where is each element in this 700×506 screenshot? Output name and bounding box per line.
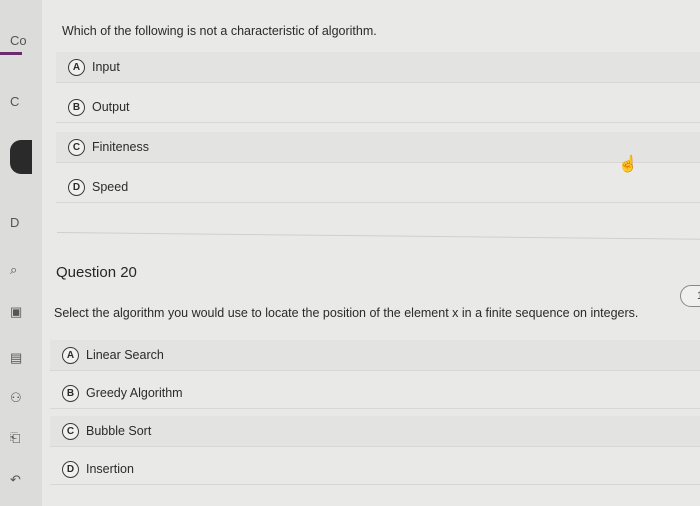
sidebar-item-d[interactable]: D xyxy=(10,215,19,230)
option-letter-badge: C xyxy=(68,138,85,156)
answer-option-d[interactable]: D Speed xyxy=(56,172,700,203)
sidebar-item-course[interactable]: Co xyxy=(10,33,27,48)
question-nav-pill[interactable]: 1 xyxy=(680,285,700,307)
answer-option-c[interactable]: C Bubble Sort xyxy=(50,416,700,447)
answer-option-b[interactable]: B Output xyxy=(56,92,700,123)
hand-pointer-icon: ☝ xyxy=(618,156,638,173)
question-20-heading: Question 20 xyxy=(56,264,137,281)
option-label: Speed xyxy=(92,180,129,194)
history-icon[interactable]: ⎗ xyxy=(10,430,20,446)
option-letter-badge: A xyxy=(62,346,79,364)
option-letter-badge: C xyxy=(62,422,79,440)
inbox-icon[interactable]: ▤ xyxy=(10,350,22,366)
option-letter-badge: B xyxy=(68,98,85,116)
option-label: Finiteness xyxy=(92,140,149,154)
option-letter-badge: D xyxy=(68,178,85,196)
answer-option-d[interactable]: D Insertion xyxy=(50,454,700,485)
option-letter-badge: D xyxy=(62,460,79,478)
search-icon[interactable]: ⌕ xyxy=(10,262,17,278)
option-label: Insertion xyxy=(86,462,134,476)
calendar-icon[interactable]: ▣ xyxy=(10,304,22,320)
help-icon[interactable]: ↶ xyxy=(10,472,21,488)
answer-option-c[interactable]: C Finiteness xyxy=(56,132,700,163)
option-label: Bubble Sort xyxy=(86,424,152,438)
option-label: Linear Search xyxy=(86,348,164,362)
sidebar-active-indicator xyxy=(0,52,22,55)
answer-option-a[interactable]: A Linear Search xyxy=(50,340,700,371)
answer-option-b[interactable]: B Greedy Algorithm xyxy=(50,378,700,409)
sidebar-dark-tab[interactable] xyxy=(10,140,32,174)
sidebar-item-c[interactable]: C xyxy=(10,94,19,109)
option-letter-badge: B xyxy=(62,384,79,402)
question-19-prompt: Which of the following is not a characte… xyxy=(62,24,377,38)
question-20-prompt: Select the algorithm you would use to lo… xyxy=(54,306,639,320)
answer-option-a[interactable]: A Input xyxy=(56,52,700,83)
left-sidebar: Co C D ⌕ ▣ ▤ ⚇ ⎗ ↶ xyxy=(0,0,43,506)
option-label: Greedy Algorithm xyxy=(86,386,183,400)
option-label: Input xyxy=(92,60,120,74)
option-label: Output xyxy=(92,100,130,114)
quiz-content: Which of the following is not a characte… xyxy=(42,0,700,506)
people-icon[interactable]: ⚇ xyxy=(10,390,22,406)
option-letter-badge: A xyxy=(68,58,85,76)
